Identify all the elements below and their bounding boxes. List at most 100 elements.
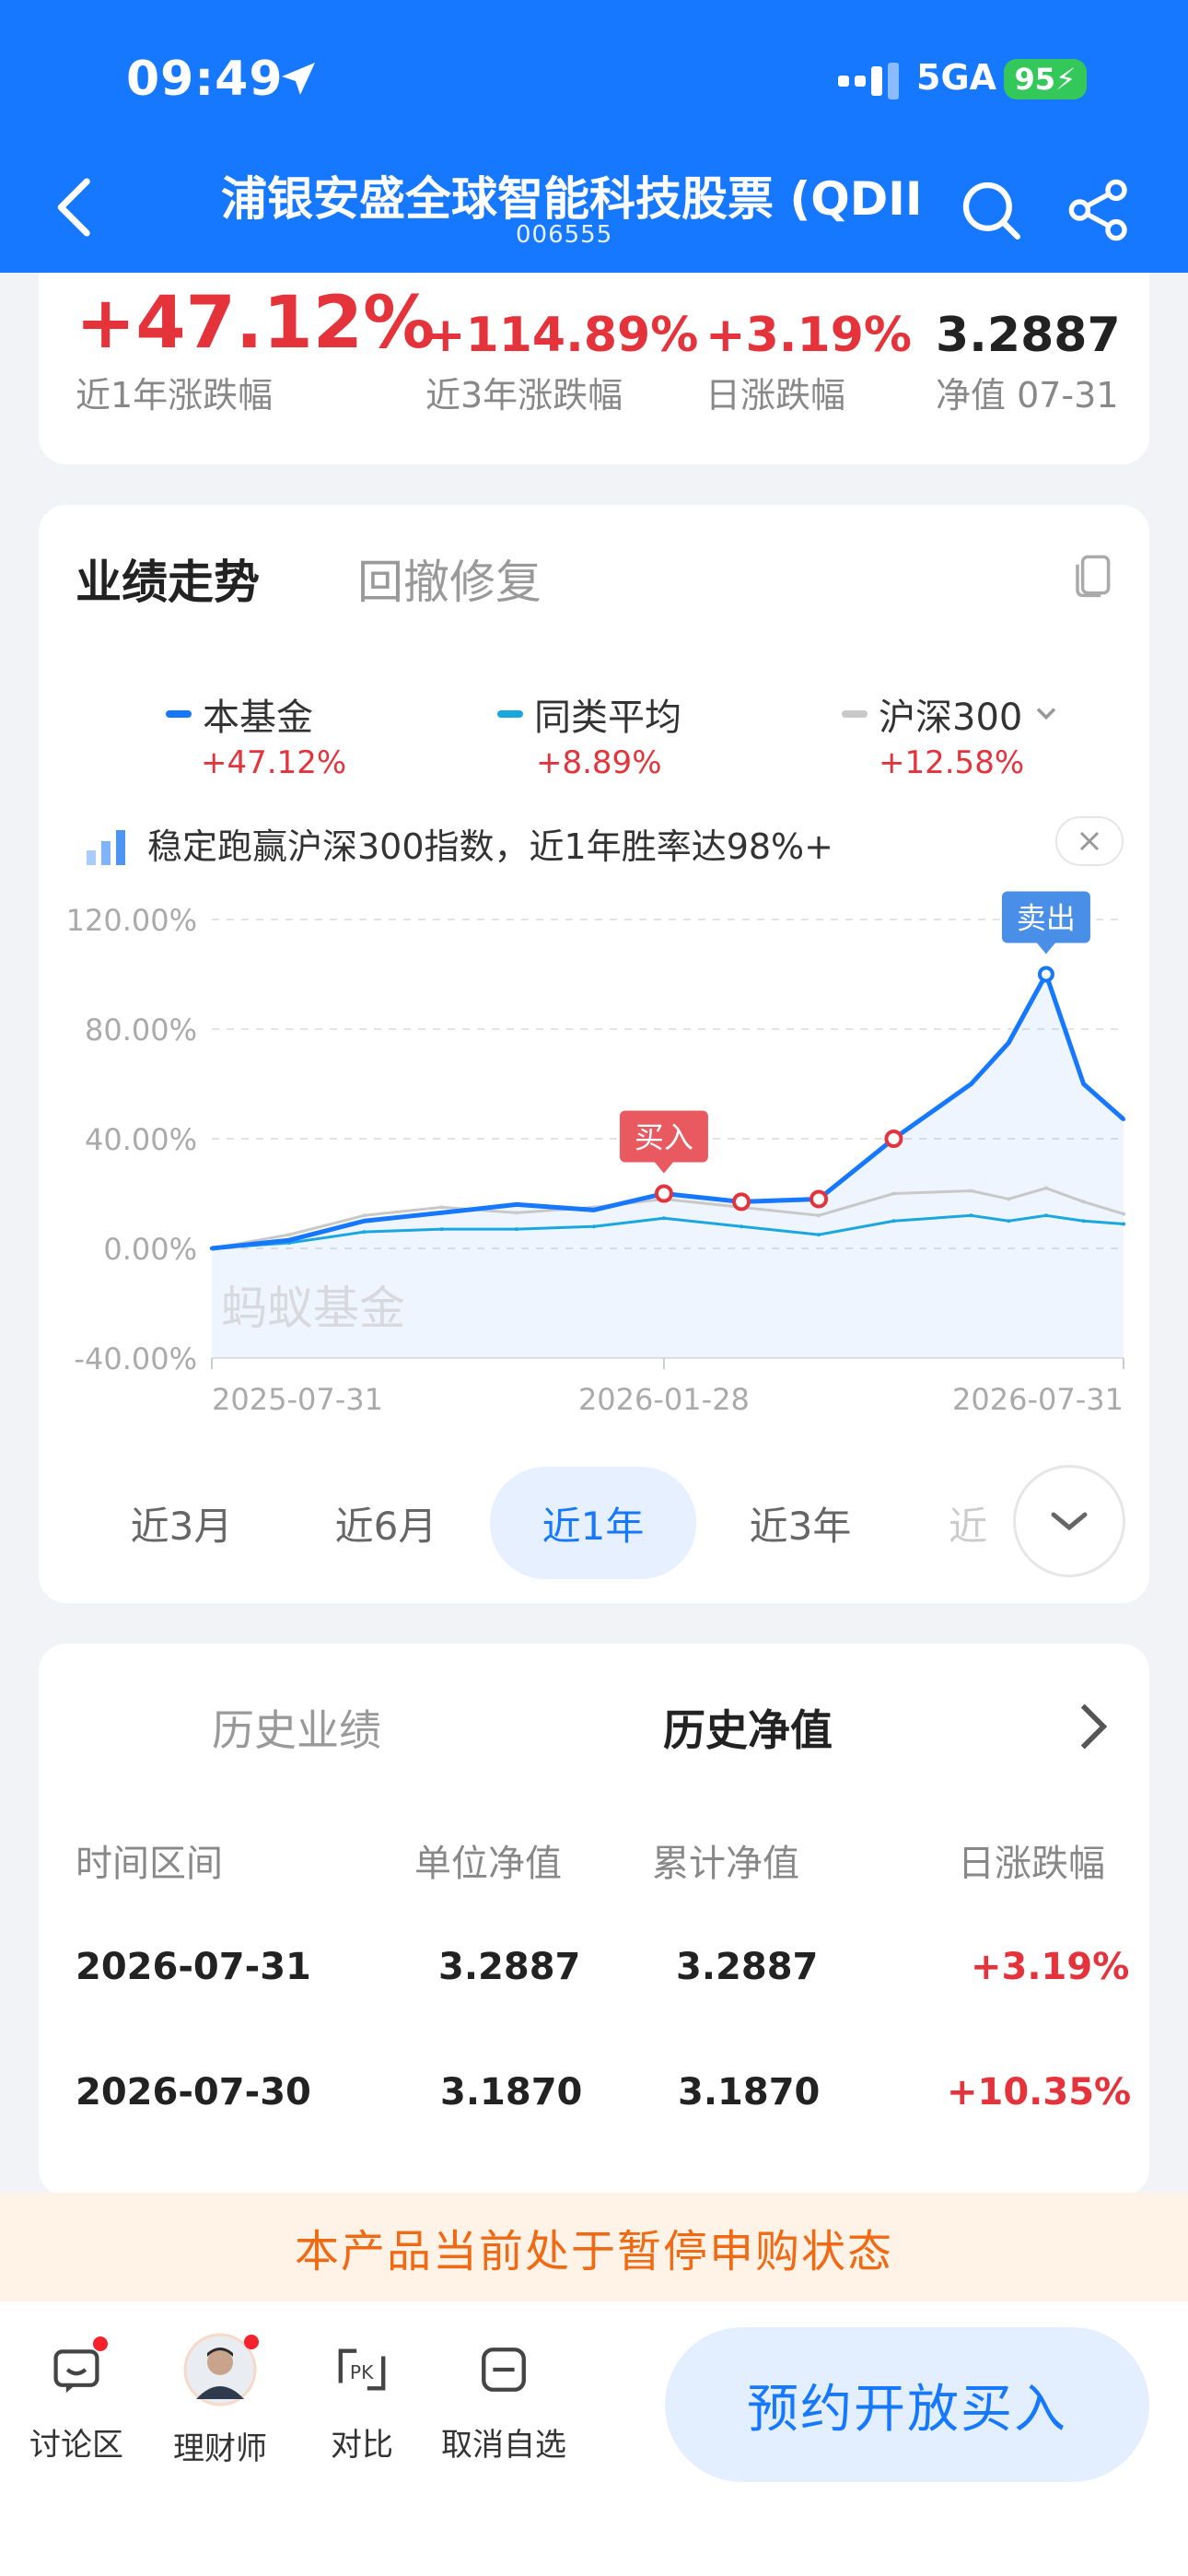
data-point xyxy=(969,1213,973,1218)
row-acc-nav: 3.2887 xyxy=(676,1946,819,1988)
data-point xyxy=(661,1216,666,1221)
stat-nav-label: 净值 07-31 xyxy=(936,375,1119,416)
pk-icon: PK xyxy=(338,2348,386,2391)
fund-title: 浦银安盛全球智能科技股票 (QDII xyxy=(221,172,923,226)
annotation-text: 买入 xyxy=(635,1120,693,1155)
back-button[interactable] xyxy=(48,175,103,240)
y-tick-label: -40.00% xyxy=(74,1341,197,1376)
data-point xyxy=(1122,1212,1125,1216)
minus-square-icon xyxy=(482,2348,526,2392)
stat-day-value: +3.19% xyxy=(705,308,912,363)
data-point xyxy=(891,1219,896,1224)
network-label: 5GA xyxy=(916,57,997,98)
legend-peer-swatch xyxy=(497,710,523,718)
data-point xyxy=(287,1238,292,1243)
search-icon[interactable] xyxy=(958,177,1024,243)
chat-icon xyxy=(53,2349,99,2394)
data-point xyxy=(1007,1219,1011,1224)
row-unit-nav: 3.1870 xyxy=(440,2071,583,2113)
period-3y[interactable]: 近3年 xyxy=(740,1467,860,1579)
row-date: 2026-07-30 xyxy=(76,2071,311,2113)
annotation-pointer xyxy=(1036,943,1055,954)
compare-label: 对比 xyxy=(331,2427,393,2464)
legend-index-swatch xyxy=(842,710,868,718)
y-tick-label: 40.00% xyxy=(85,1122,197,1157)
data-point xyxy=(817,1233,821,1237)
signal-icon xyxy=(838,63,899,100)
legend-index-value: +12.58% xyxy=(879,744,1025,781)
close-button[interactable] xyxy=(1055,816,1124,866)
data-point xyxy=(514,1202,518,1207)
data-point xyxy=(1043,1186,1048,1190)
legend-index[interactable]: 沪深300 xyxy=(842,687,1063,741)
period-more[interactable]: 近 xyxy=(949,1467,1004,1579)
location-arrow-icon xyxy=(282,63,315,95)
remove-watchlist-button[interactable]: 取消自选 xyxy=(435,2336,573,2465)
row-unit-nav: 3.2887 xyxy=(438,1946,581,1988)
header: 09:49 5GA 95 ⚡ 浦银安盛全球智能科技股票 (QDII 006555 xyxy=(0,0,1188,273)
reserve-buy-button[interactable]: 预约开放买入 xyxy=(665,2327,1149,2482)
period-3m[interactable]: 近3月 xyxy=(122,1467,241,1579)
legend-peer: 同类平均 xyxy=(497,687,681,741)
discussion-label: 讨论区 xyxy=(29,2427,123,2464)
period-1y[interactable]: 近1年 xyxy=(490,1467,696,1579)
battery-icon: 95 ⚡ xyxy=(1004,59,1087,100)
unread-dot xyxy=(244,2335,259,2349)
row-date: 2026-07-31 xyxy=(76,1946,311,1988)
tab-performance[interactable]: 业绩走势 xyxy=(76,545,260,612)
data-point xyxy=(362,1213,367,1218)
legend-fund-value: +47.12% xyxy=(201,744,347,781)
buy-label: 买入 xyxy=(619,1110,708,1174)
tab-history-nav[interactable]: 历史净值 xyxy=(663,1697,833,1758)
tab-drawdown[interactable]: 回撤修复 xyxy=(357,545,542,612)
svg-text:PK: PK xyxy=(350,2361,374,2383)
col-unit-nav: 单位净值 xyxy=(414,1843,562,1885)
expand-periods-button[interactable] xyxy=(1013,1465,1125,1577)
row-acc-nav: 3.1870 xyxy=(678,2071,821,2113)
period-6m[interactable]: 近6月 xyxy=(326,1467,446,1579)
share-icon[interactable] xyxy=(1066,177,1133,243)
y-tick-label: 0.00% xyxy=(103,1232,197,1267)
advisor-button[interactable]: 理财师 xyxy=(151,2333,289,2468)
col-acc-nav: 累计净值 xyxy=(652,1843,799,1885)
stat-1y-value: +47.12% xyxy=(76,282,436,365)
data-point xyxy=(439,1211,444,1215)
discussion-button[interactable]: 讨论区 xyxy=(7,2336,146,2465)
data-point xyxy=(514,1227,518,1232)
performance-chart[interactable]: 120.00% 80.00% 40.00% 0.00% -40.00% 2025-07-3… xyxy=(39,884,1149,1428)
data-point xyxy=(1081,1219,1086,1224)
sell-label: 卖出 xyxy=(1001,891,1090,954)
copy-icon[interactable] xyxy=(1065,549,1116,601)
legend-peer-label: 同类平均 xyxy=(534,697,681,739)
data-point xyxy=(210,1247,214,1250)
x-tick-label: 2025-07-31 xyxy=(212,1382,383,1417)
chevron-down-icon xyxy=(1051,1512,1088,1531)
compare-button[interactable]: PK 对比 xyxy=(293,2336,431,2465)
close-icon xyxy=(1079,831,1100,851)
y-tick-label: 120.00% xyxy=(66,903,197,938)
tip-text: 稳定跑赢沪深300指数，近1年胜率达98%+ xyxy=(147,826,834,867)
legend-index-label: 沪深300 xyxy=(879,697,1023,739)
charging-icon: ⚡ xyxy=(1055,62,1077,97)
chevron-right-icon[interactable] xyxy=(1072,1699,1114,1754)
history-card xyxy=(39,1644,1149,2196)
battery-level: 95 xyxy=(1014,62,1056,97)
col-change: 日涨跌幅 xyxy=(958,1843,1105,1885)
data-point xyxy=(1081,1082,1086,1086)
data-point xyxy=(1081,1200,1086,1204)
stat-3y-label: 近3年涨跌幅 xyxy=(425,375,623,416)
y-tick-label: 80.00% xyxy=(85,1013,197,1048)
buy-marker xyxy=(809,1189,829,1209)
data-point xyxy=(1007,1197,1011,1201)
data-point xyxy=(740,1224,744,1229)
unread-dot xyxy=(93,2336,108,2351)
tab-history-performance[interactable]: 历史业绩 xyxy=(212,1697,381,1758)
data-point xyxy=(969,1188,973,1193)
data-point xyxy=(1122,1222,1125,1226)
data-point xyxy=(514,1211,518,1215)
row-change: +3.19% xyxy=(971,1946,1130,1988)
data-point xyxy=(439,1227,444,1232)
fund-code: 006555 xyxy=(516,221,613,249)
legend-fund-swatch xyxy=(166,710,192,718)
x-tick-label: 2026-07-31 xyxy=(952,1382,1124,1417)
